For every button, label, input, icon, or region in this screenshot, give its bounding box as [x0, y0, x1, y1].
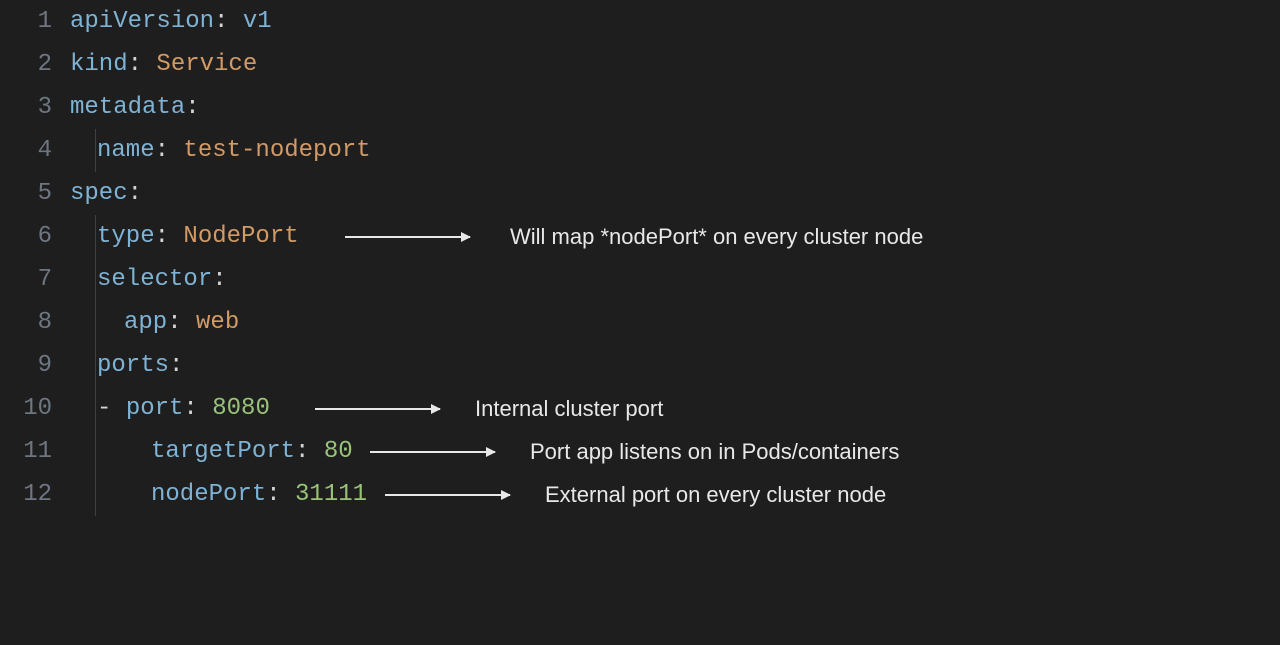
- yaml-key: apiVersion: [70, 8, 214, 35]
- indent-guide: [95, 344, 96, 387]
- indent-guide: [95, 387, 96, 430]
- code-area[interactable]: apiVersion: v1 kind: Service metadata: n…: [70, 0, 1280, 525]
- yaml-value: web: [196, 309, 239, 336]
- code-line: apiVersion: v1: [70, 0, 1280, 43]
- code-line: spec:: [70, 172, 1280, 215]
- code-line: selector:: [70, 258, 1280, 301]
- yaml-value: 80: [324, 438, 353, 465]
- line-number: 10: [0, 387, 52, 430]
- code-line: targetPort: 80 Port app listens on in Po…: [70, 430, 1280, 473]
- yaml-value: Service: [156, 51, 257, 78]
- yaml-dash: -: [97, 395, 126, 422]
- line-number: 7: [0, 258, 52, 301]
- yaml-key: nodePort: [151, 481, 266, 508]
- arrow-icon: [370, 451, 495, 453]
- line-number: 9: [0, 344, 52, 387]
- yaml-key: selector: [97, 266, 212, 293]
- line-number: 12: [0, 473, 52, 516]
- indent-guide: [95, 129, 96, 172]
- line-number-gutter: 1 2 3 4 5 6 7 8 9 10 11 12: [0, 0, 70, 525]
- indent-guide: [95, 258, 96, 301]
- line-number: 6: [0, 215, 52, 258]
- yaml-key: port: [126, 395, 184, 422]
- line-number: 2: [0, 43, 52, 86]
- yaml-key: kind: [70, 51, 128, 78]
- arrow-icon: [345, 236, 470, 238]
- arrow-icon: [315, 408, 440, 410]
- code-line: ports:: [70, 344, 1280, 387]
- line-number: 1: [0, 0, 52, 43]
- indent-guide: [95, 473, 96, 516]
- code-line: type: NodePort Will map *nodePort* on ev…: [70, 215, 1280, 258]
- yaml-key: type: [97, 223, 155, 250]
- code-line: app: web: [70, 301, 1280, 344]
- annotation-text: Will map *nodePort* on every cluster nod…: [510, 215, 923, 258]
- code-line: name: test-nodeport: [70, 129, 1280, 172]
- code-line: kind: Service: [70, 43, 1280, 86]
- yaml-key: spec: [70, 180, 128, 207]
- yaml-key: app: [124, 309, 167, 336]
- line-number: 11: [0, 430, 52, 473]
- yaml-value: 31111: [295, 481, 367, 508]
- yaml-value: v1: [243, 8, 272, 35]
- line-number: 5: [0, 172, 52, 215]
- code-editor: 1 2 3 4 5 6 7 8 9 10 11 12 apiVersion: v…: [0, 0, 1280, 525]
- annotation-text: Port app listens on in Pods/containers: [530, 430, 899, 473]
- yaml-value: test-nodeport: [183, 137, 370, 164]
- code-line: - port: 8080 Internal cluster port: [70, 387, 1280, 430]
- yaml-key: ports: [97, 352, 169, 379]
- yaml-key: name: [97, 137, 155, 164]
- annotation-text: Internal cluster port: [475, 387, 663, 430]
- yaml-value: NodePort: [183, 223, 298, 250]
- arrow-icon: [385, 494, 510, 496]
- code-line: nodePort: 31111 External port on every c…: [70, 473, 1280, 516]
- indent-guide: [95, 301, 96, 344]
- indent-guide: [95, 430, 96, 473]
- yaml-key: targetPort: [151, 438, 295, 465]
- annotation-text: External port on every cluster node: [545, 473, 886, 516]
- line-number: 3: [0, 86, 52, 129]
- line-number: 8: [0, 301, 52, 344]
- indent-guide: [95, 215, 96, 258]
- code-line: metadata:: [70, 86, 1280, 129]
- line-number: 4: [0, 129, 52, 172]
- yaml-value: 8080: [212, 395, 270, 422]
- yaml-key: metadata: [70, 94, 185, 121]
